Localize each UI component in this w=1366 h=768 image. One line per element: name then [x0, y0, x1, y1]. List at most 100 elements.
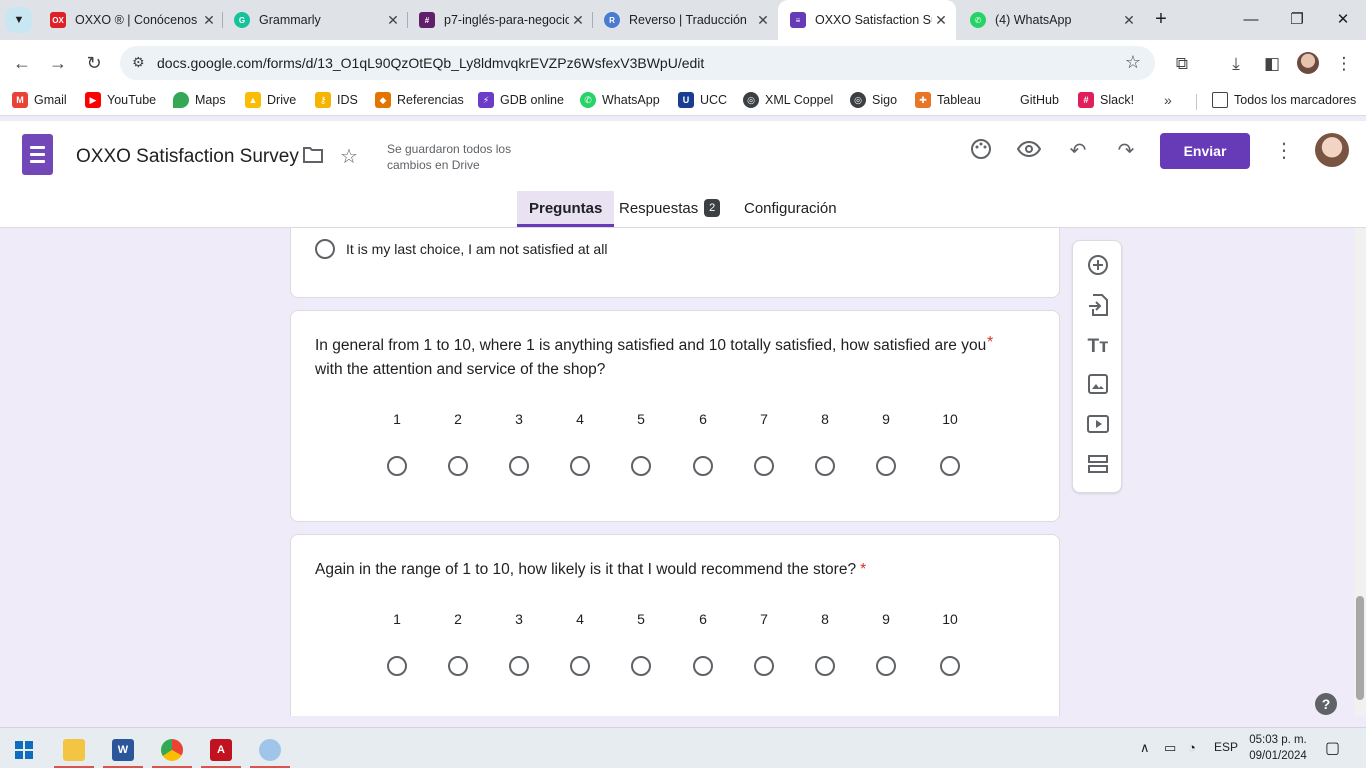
add-image-icon[interactable]	[1085, 374, 1111, 400]
browser-tab-oxxo[interactable]: OX OXXO ® | Conócenos ✕	[38, 6, 224, 34]
more-bookmarks-chevron-icon[interactable]: »	[1164, 92, 1172, 108]
bookmark-gdb[interactable]: ⚡ GDB online	[478, 92, 564, 108]
close-tab-icon[interactable]: ✕	[932, 12, 950, 29]
scale-radio-3[interactable]	[509, 456, 529, 476]
bookmark-youtube[interactable]: ▶ YouTube	[85, 92, 156, 108]
scale-radio-1[interactable]	[387, 656, 407, 676]
bookmark-ids[interactable]: ⚷ IDS	[315, 92, 358, 108]
acrobat-icon[interactable]: A	[201, 732, 241, 768]
add-title-text-icon[interactable]: Tт	[1085, 334, 1111, 360]
tab-responses[interactable]: Respuestas 2	[619, 191, 721, 227]
question-card-satisfaction[interactable]: In general from 1 to 10, where 1 is anyt…	[290, 310, 1060, 522]
word-icon[interactable]: W	[103, 732, 143, 768]
site-settings-icon[interactable]: ⚙	[132, 54, 145, 71]
bookmark-github[interactable]: GitHub	[998, 92, 1059, 108]
scale-radio-1[interactable]	[387, 456, 407, 476]
scale-radio-9[interactable]	[876, 456, 896, 476]
restore-window-icon[interactable]: ❐	[1274, 6, 1320, 34]
bookmark-xml-coppel[interactable]: ◎ XML Coppel	[743, 92, 833, 108]
undo-icon[interactable]: ↶	[1065, 138, 1091, 164]
bookmark-tableau[interactable]: ✚ Tableau	[915, 92, 981, 108]
tab-questions[interactable]: Preguntas	[517, 191, 615, 227]
add-section-icon[interactable]	[1085, 454, 1111, 480]
account-avatar[interactable]	[1315, 133, 1349, 167]
import-questions-icon[interactable]	[1085, 294, 1111, 320]
star-icon[interactable]: ☆	[336, 144, 362, 170]
bookmark-gmail[interactable]: M Gmail	[12, 92, 67, 108]
address-bar[interactable]: ⚙ docs.google.com/forms/d/13_O1qL90QzOtE…	[120, 46, 1155, 80]
question-title[interactable]: In general from 1 to 10, where 1 is anyt…	[315, 334, 1005, 382]
bookmark-drive[interactable]: ▲ Drive	[245, 92, 296, 108]
scale-radio-4[interactable]	[570, 656, 590, 676]
preview-eye-icon[interactable]	[1016, 138, 1042, 164]
close-window-icon[interactable]: ✕	[1320, 6, 1366, 34]
bookmark-star-icon[interactable]: ☆	[1125, 52, 1141, 73]
all-bookmarks-folder[interactable]: Todos los marcadores	[1212, 92, 1356, 108]
tab-settings[interactable]: Configuración	[744, 191, 837, 227]
scale-radio-3[interactable]	[509, 656, 529, 676]
browser-tab-grammarly[interactable]: G Grammarly ✕	[222, 6, 408, 34]
keyboard-language[interactable]: ESP	[1214, 740, 1238, 754]
help-question-icon[interactable]: ?	[1315, 693, 1337, 715]
redo-icon[interactable]: ↷	[1113, 138, 1139, 164]
scale-radio-8[interactable]	[815, 656, 835, 676]
tab-search-button[interactable]: ▼	[6, 7, 32, 33]
tray-chevron-icon[interactable]: ∧	[1140, 740, 1150, 756]
question-card-previous[interactable]: It is my last choice, I am not satisfied…	[290, 228, 1060, 298]
choice-option[interactable]: It is my last choice, I am not satisfied…	[315, 239, 607, 259]
system-clock[interactable]: 05:03 p. m. 09/01/2024	[1243, 732, 1313, 764]
side-panel-icon[interactable]: ◧	[1260, 52, 1284, 76]
forward-arrow-icon[interactable]: →	[44, 49, 72, 77]
form-title[interactable]: OXXO Satisfaction Survey	[76, 146, 299, 168]
question-card-recommend[interactable]: Again in the range of 1 to 10, how likel…	[290, 534, 1060, 716]
browser-tab-whatsapp[interactable]: ✆ (4) WhatsApp ✕	[958, 6, 1144, 34]
close-tab-icon[interactable]: ✕	[384, 12, 402, 29]
scale-radio-2[interactable]	[448, 456, 468, 476]
page-scrollbar[interactable]	[1354, 228, 1366, 716]
browser-tab-slack[interactable]: # p7-inglés-para-negocios ✕	[407, 6, 593, 34]
browser-tab-forms-active[interactable]: ≡ OXXO Satisfaction Survey ✕	[778, 0, 956, 40]
scale-radio-5[interactable]	[631, 656, 651, 676]
new-tab-plus-icon[interactable]: +	[1150, 8, 1172, 30]
notifications-icon[interactable]: ▢	[1325, 738, 1340, 758]
minimize-icon[interactable]: —	[1228, 6, 1274, 34]
add-question-icon[interactable]	[1085, 254, 1111, 280]
scale-radio-4[interactable]	[570, 456, 590, 476]
bookmark-ucc[interactable]: U UCC	[678, 92, 727, 108]
close-tab-icon[interactable]: ✕	[1120, 12, 1138, 29]
windows-start-icon[interactable]	[4, 732, 44, 768]
profile-avatar[interactable]	[1297, 52, 1319, 74]
scale-radio-10[interactable]	[940, 456, 960, 476]
browser-tab-reverso[interactable]: R Reverso | Traducción ✕	[592, 6, 778, 34]
scale-radio-9[interactable]	[876, 656, 896, 676]
scale-radio-6[interactable]	[693, 456, 713, 476]
scale-radio-10[interactable]	[940, 656, 960, 676]
reload-icon[interactable]: ↻	[80, 49, 108, 77]
chrome-icon[interactable]	[152, 732, 192, 768]
radio-button[interactable]	[315, 239, 335, 259]
palette-icon[interactable]	[968, 138, 994, 164]
file-explorer-icon[interactable]	[54, 732, 94, 768]
add-video-icon[interactable]	[1085, 414, 1111, 440]
question-title[interactable]: Again in the range of 1 to 10, how likel…	[315, 558, 1015, 582]
browser-menu-icon[interactable]: ⋮	[1332, 52, 1356, 76]
close-tab-icon[interactable]: ✕	[754, 12, 772, 29]
scale-radio-2[interactable]	[448, 656, 468, 676]
scrollbar-thumb[interactable]	[1356, 596, 1364, 700]
google-forms-logo-icon[interactable]	[22, 134, 53, 175]
close-tab-icon[interactable]: ✕	[569, 12, 587, 29]
bookmark-sigo[interactable]: ◎ Sigo	[850, 92, 897, 108]
wifi-icon[interactable]: ◔	[1188, 740, 1196, 755]
scale-radio-7[interactable]	[754, 456, 774, 476]
close-tab-icon[interactable]: ✕	[200, 12, 218, 29]
scale-radio-6[interactable]	[693, 656, 713, 676]
bookmark-whatsapp[interactable]: ✆ WhatsApp	[580, 92, 660, 108]
bookmark-slack[interactable]: # Slack!	[1078, 92, 1134, 108]
move-to-folder-icon[interactable]	[300, 144, 326, 170]
bookmark-referencias[interactable]: ◆ Referencias	[375, 92, 464, 108]
paint-icon[interactable]	[250, 732, 290, 768]
download-icon[interactable]: ⤓	[1224, 52, 1248, 76]
extensions-puzzle-icon[interactable]: ⧉	[1170, 52, 1194, 76]
back-arrow-icon[interactable]: ←	[8, 49, 36, 77]
send-button[interactable]: Enviar	[1160, 133, 1250, 169]
